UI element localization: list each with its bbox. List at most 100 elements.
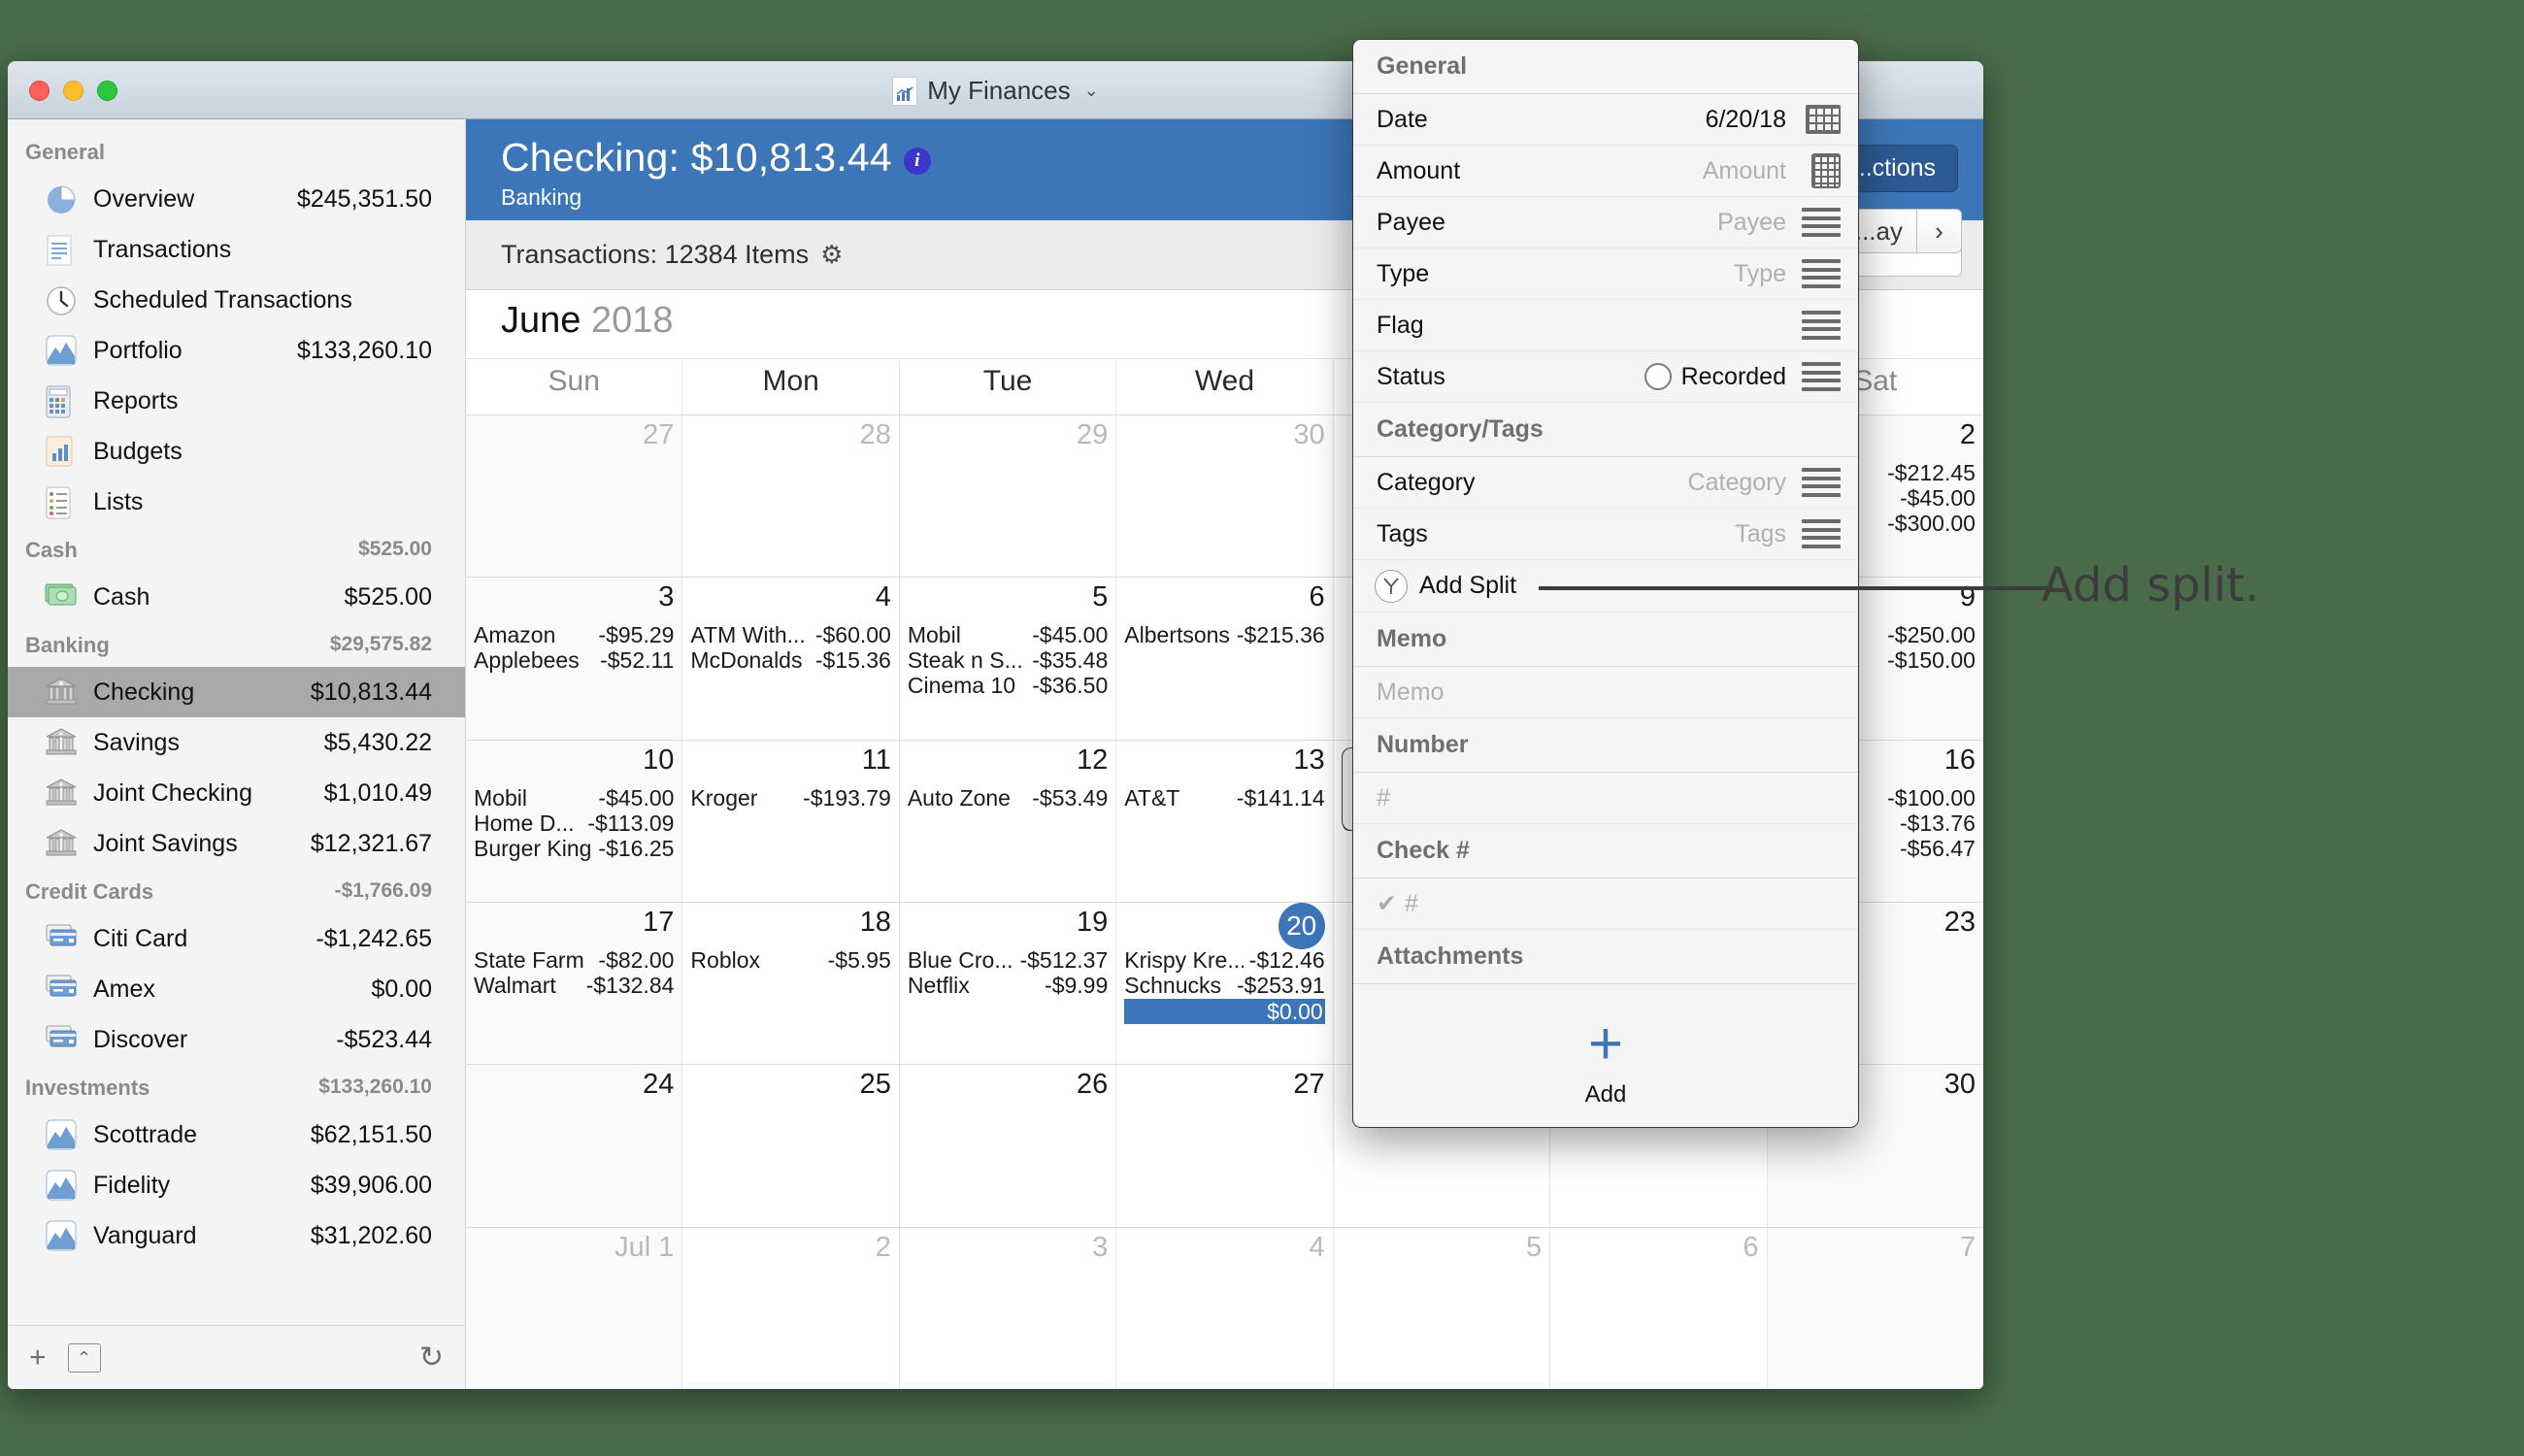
calendar-transaction-item[interactable]: Netflix -$9.99: [908, 973, 1108, 998]
calendar-day-cell[interactable]: 25: [682, 1065, 900, 1227]
calendar-day-cell[interactable]: 19 Blue Cro... -$512.37 Netflix -$9.99: [900, 902, 1117, 1065]
calendar-transaction-item[interactable]: Auto Zone -$53.49: [908, 785, 1108, 811]
calendar-transaction-item[interactable]: State Farm -$82.00: [474, 947, 674, 973]
calendar-day-cell[interactable]: 30: [1116, 415, 1334, 578]
status-value[interactable]: Recorded: [1681, 363, 1786, 391]
calendar-day-cell[interactable]: 27: [466, 415, 683, 578]
calendar-day-cell[interactable]: 20 Krispy Kre... -$12.46 Schnucks -$253.91 $0…: [1116, 902, 1334, 1065]
sidebar-item-amex[interactable]: Amex $0.00: [8, 964, 465, 1014]
check-number-input[interactable]: ✔ #: [1353, 878, 1858, 930]
calendar-day-cell[interactable]: 5 Mobil -$45.00 Steak n S... -$35.48 Cinema 1…: [900, 578, 1117, 740]
sidebar-item-checking[interactable]: Checking $10,813.44: [8, 667, 465, 717]
sidebar-item-transactions[interactable]: Transactions: [8, 224, 465, 275]
refresh-accounts-button[interactable]: ↻: [419, 1342, 444, 1373]
calendar-transaction-item[interactable]: AT&T -$141.14: [1124, 785, 1324, 811]
amount-input[interactable]: Amount: [1703, 157, 1786, 185]
popover-row-date[interactable]: Date 6/20/18: [1353, 94, 1858, 146]
calendar-transaction-item[interactable]: Applebees -$52.11: [474, 647, 674, 673]
sidebar-item-cash[interactable]: Cash $525.00: [8, 572, 465, 622]
calendar-transaction-item[interactable]: Mobil -$45.00: [908, 622, 1108, 647]
info-icon[interactable]: i: [903, 147, 931, 175]
sidebar-item-lists[interactable]: Lists: [8, 477, 465, 527]
date-value[interactable]: 6/20/18: [1706, 106, 1786, 134]
popover-row-amount[interactable]: Amount Amount: [1353, 146, 1858, 197]
calendar-day-cell[interactable]: 6 Albertsons -$215.36: [1116, 578, 1334, 740]
calendar-day-cell[interactable]: 27: [1116, 1065, 1334, 1227]
calendar-transaction-item[interactable]: Krispy Kre... -$12.46: [1124, 947, 1324, 973]
sidebar-item-savings[interactable]: Savings $5,430.22: [8, 717, 465, 768]
popover-row-tags[interactable]: Tags Tags: [1353, 509, 1858, 560]
calendar-day-cell[interactable]: 28: [682, 415, 900, 578]
add-attachment-button[interactable]: + Add: [1353, 984, 1858, 1127]
status-list-icon[interactable]: [1800, 362, 1841, 391]
calendar-day-cell[interactable]: 18 Roblox -$5.95: [682, 902, 900, 1065]
calendar-day-cell[interactable]: 4 ATM With... -$60.00 McDonalds -$15.36: [682, 578, 900, 740]
sidebar-item-vanguard[interactable]: Vanguard $31,202.60: [8, 1210, 465, 1261]
calculator-icon[interactable]: [1800, 153, 1841, 188]
calendar-day-cell[interactable]: Jul 1: [466, 1227, 683, 1389]
type-input[interactable]: Type: [1734, 260, 1786, 288]
type-list-icon[interactable]: [1800, 259, 1841, 288]
popover-row-category[interactable]: Category Category: [1353, 457, 1858, 509]
calendar-day-cell[interactable]: 29: [900, 415, 1117, 578]
sidebar-item-budgets[interactable]: Budgets: [8, 426, 465, 477]
calendar-transaction-item[interactable]: Schnucks -$253.91: [1124, 973, 1324, 998]
payee-input[interactable]: Payee: [1717, 209, 1786, 237]
calendar-transaction-item[interactable]: Steak n S... -$35.48: [908, 647, 1108, 673]
calendar-day-total[interactable]: $0.00: [1124, 998, 1325, 1024]
calendar-day-cell[interactable]: 26: [900, 1065, 1117, 1227]
category-list-icon[interactable]: [1800, 468, 1841, 497]
calendar-day-cell[interactable]: 4: [1116, 1227, 1334, 1389]
popover-row-status[interactable]: Status Recorded: [1353, 351, 1858, 403]
calendar-day-cell[interactable]: 3: [900, 1227, 1117, 1389]
calendar-day-cell[interactable]: 10 Mobil -$45.00 Home D... -$113.09 Burger Ki…: [466, 740, 683, 902]
calendar-day-cell[interactable]: 5: [1334, 1227, 1551, 1389]
calendar-transaction-item[interactable]: Cinema 10 -$36.50: [908, 673, 1108, 698]
sidebar-item-overview[interactable]: Overview $245,351.50: [8, 174, 465, 224]
calendar-transaction-item[interactable]: ATM With... -$60.00: [690, 622, 890, 647]
sidebar-item-scottrade[interactable]: Scottrade $62,151.50: [8, 1109, 465, 1160]
sidebar-item-scheduled-transactions[interactable]: Scheduled Transactions: [8, 275, 465, 325]
category-input[interactable]: Category: [1688, 469, 1786, 497]
sidebar-item-fidelity[interactable]: Fidelity $39,906.00: [8, 1160, 465, 1210]
sidebar-item-citi-card[interactable]: Citi Card -$1,242.65: [8, 913, 465, 964]
calendar-transaction-item[interactable]: Roblox -$5.95: [690, 947, 890, 973]
calendar-transaction-item[interactable]: Amazon -$95.29: [474, 622, 674, 647]
popover-row-payee[interactable]: Payee Payee: [1353, 197, 1858, 248]
calendar-transaction-item[interactable]: Walmart -$132.84: [474, 973, 674, 998]
calendar-transaction-item[interactable]: Kroger -$193.79: [690, 785, 890, 811]
gear-icon[interactable]: ⚙: [820, 240, 843, 270]
calendar-next-button[interactable]: ›: [1917, 209, 1962, 253]
payee-list-icon[interactable]: [1800, 208, 1841, 237]
calendar-day-cell[interactable]: 17 State Farm -$82.00 Walmart -$132.84: [466, 902, 683, 1065]
calendar-day-cell[interactable]: 2: [682, 1227, 900, 1389]
sidebar-item-joint-savings[interactable]: Joint Savings $12,321.67: [8, 818, 465, 869]
tags-list-icon[interactable]: [1800, 519, 1841, 548]
sidebar-item-joint-checking[interactable]: Joint Checking $1,010.49: [8, 768, 465, 818]
collapse-sidebar-button[interactable]: ⌃: [67, 1342, 101, 1373]
popover-row-flag[interactable]: Flag: [1353, 300, 1858, 351]
tags-input[interactable]: Tags: [1735, 520, 1786, 548]
calendar-day-cell[interactable]: 6: [1550, 1227, 1768, 1389]
add-account-button[interactable]: +: [29, 1342, 47, 1373]
date-picker-icon[interactable]: [1800, 105, 1841, 134]
calendar-day-cell[interactable]: 7: [1767, 1227, 1983, 1389]
sidebar-item-reports[interactable]: Reports: [8, 376, 465, 426]
status-radio-icon[interactable]: [1644, 363, 1672, 390]
calendar-transaction-item[interactable]: Blue Cro... -$512.37: [908, 947, 1108, 973]
calendar-day-cell[interactable]: 12 Auto Zone -$53.49: [900, 740, 1117, 902]
calendar-transaction-item[interactable]: Mobil -$45.00: [474, 785, 674, 811]
calendar-day-cell[interactable]: 13 AT&T -$141.14: [1116, 740, 1334, 902]
title-chevron-down-icon[interactable]: ⌄: [1084, 81, 1099, 101]
calendar-transaction-item[interactable]: Albertsons -$215.36: [1124, 622, 1324, 647]
sidebar-item-portfolio[interactable]: Portfolio $133,260.10: [8, 325, 465, 376]
calendar-transaction-item[interactable]: Home D... -$113.09: [474, 811, 674, 836]
memo-input[interactable]: Memo: [1353, 667, 1858, 718]
calendar-transaction-item[interactable]: McDonalds -$15.36: [690, 647, 890, 673]
calendar-day-cell[interactable]: 11 Kroger -$193.79: [682, 740, 900, 902]
calendar-transaction-item[interactable]: Burger King -$16.25: [474, 836, 674, 861]
calendar-day-cell[interactable]: 24: [466, 1065, 683, 1227]
number-input[interactable]: #: [1353, 773, 1858, 824]
sidebar-item-discover[interactable]: Discover -$523.44: [8, 1014, 465, 1065]
popover-row-type[interactable]: Type Type: [1353, 248, 1858, 300]
